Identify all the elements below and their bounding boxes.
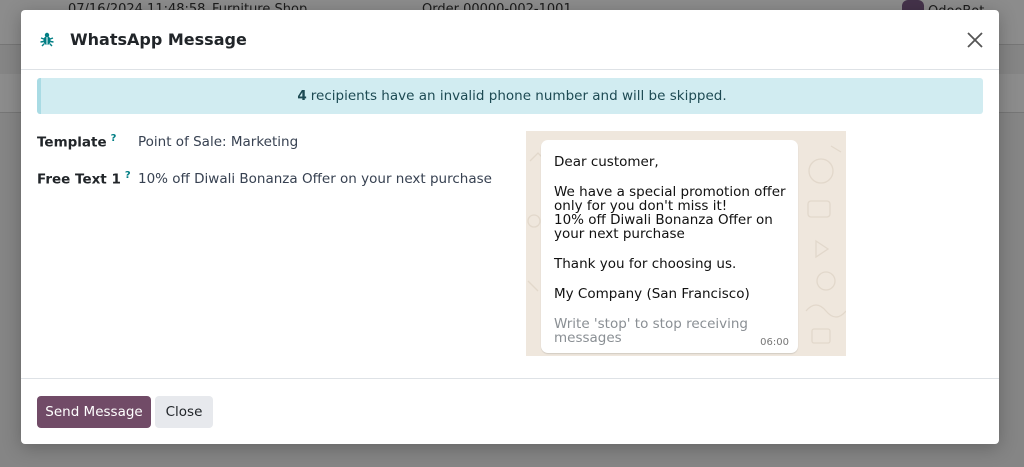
bug-icon (39, 31, 55, 47)
free-text-label-text: Free Text 1 (37, 171, 121, 188)
template-label: Template? (37, 133, 116, 151)
close-icon[interactable] (965, 30, 985, 50)
alert-count: 4 (297, 88, 307, 104)
whatsapp-message-dialog: WhatsApp Message 4 recipients have an in… (21, 10, 999, 444)
message-time: 06:00 (760, 337, 789, 348)
message-bubble: Dear customer, We have a special promoti… (541, 140, 798, 353)
preview-line: Dear customer, (554, 154, 659, 170)
preview-line: your next purchase (554, 226, 685, 242)
preview-footer-line: messages (554, 330, 622, 346)
free-text-label: Free Text 1? (37, 170, 131, 188)
preview-line: only for you don't miss it! (554, 198, 728, 214)
free-text-help-icon[interactable]: ? (125, 170, 131, 181)
template-value: Point of Sale: Marketing (138, 134, 299, 150)
template-label-text: Template (37, 134, 107, 151)
preview-line: Thank you for choosing us. (554, 256, 737, 272)
free-text-value: 10% off Diwali Bonanza Offer on your nex… (138, 171, 492, 187)
preview-line: 10% off Diwali Bonanza Offer on (554, 212, 773, 228)
preview-line: We have a special promotion offer (554, 184, 786, 200)
invalid-phone-alert: 4 recipients have an invalid phone numbe… (37, 78, 983, 114)
close-button[interactable]: Close (155, 396, 213, 428)
dialog-header: WhatsApp Message (21, 10, 999, 70)
preview-footer-line: Write 'stop' to stop receiving (554, 316, 748, 332)
dialog-footer: Send Message Close (21, 378, 999, 445)
preview-line: My Company (San Francisco) (554, 286, 750, 302)
send-message-button[interactable]: Send Message (37, 396, 151, 428)
alert-message: recipients have an invalid phone number … (310, 88, 727, 104)
dialog-title: WhatsApp Message (70, 30, 247, 49)
whatsapp-preview: Dear customer, We have a special promoti… (526, 131, 846, 356)
template-help-icon[interactable]: ? (111, 133, 117, 144)
